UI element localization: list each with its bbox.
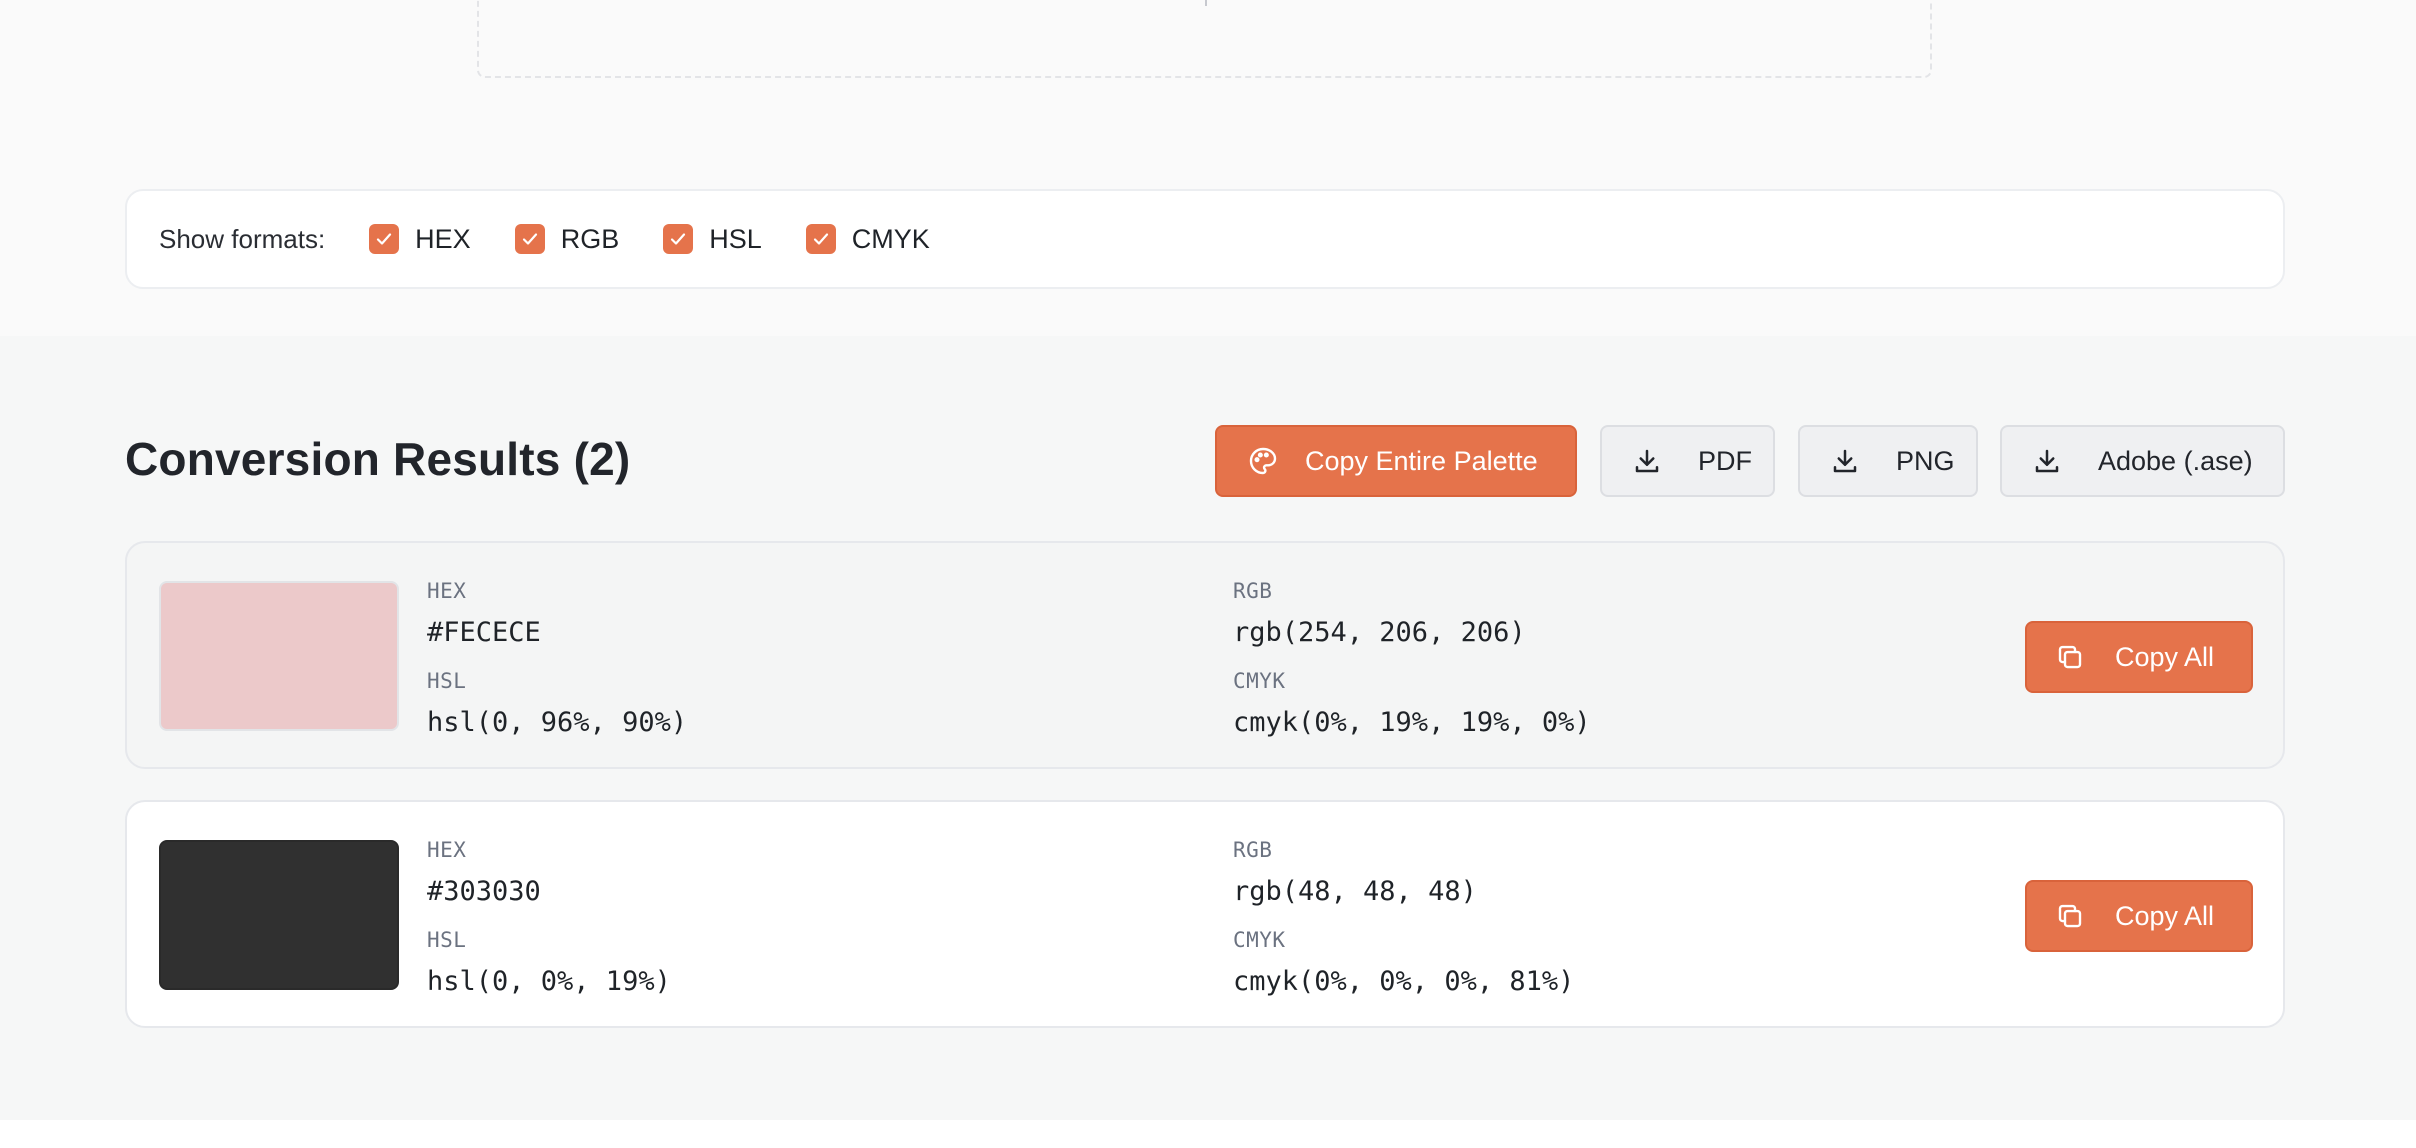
format-option-label: CMYK [851, 223, 930, 254]
rgb-value[interactable]: rgb(254, 206, 206) [1233, 617, 1526, 648]
rgb-label: RGB [1233, 838, 1273, 862]
check-icon [671, 233, 686, 245]
color-swatch [159, 581, 399, 731]
rgb-block: RGB rgb(48, 48, 48) [1233, 838, 1477, 907]
format-option-rgb[interactable]: RGB [514, 223, 620, 255]
hsl-label: HSL [427, 669, 467, 693]
page-footer-gap [0, 1120, 2416, 1148]
hsl-value[interactable]: hsl(0, 0%, 19%) [427, 966, 671, 997]
cmyk-block: CMYK cmyk(0%, 0%, 0%, 81%) [1233, 928, 1574, 997]
hex-block: HEX #FECECE [427, 579, 541, 648]
hsl-value[interactable]: hsl(0, 96%, 90%) [427, 707, 687, 738]
hsl-label: HSL [427, 928, 467, 952]
upload-section: Show formats: HEX RGB HSL CMYK [0, 0, 2416, 336]
cmyk-label: CMYK [1233, 669, 1286, 693]
export-ase-label: Adobe (.ase) [2098, 445, 2253, 476]
export-ase-button[interactable]: Adobe (.ase) [2000, 425, 2285, 497]
cmyk-value[interactable]: cmyk(0%, 0%, 0%, 81%) [1233, 966, 1574, 997]
download-icon [2032, 446, 2062, 476]
export-png-label: PNG [1896, 445, 1955, 476]
dropzone[interactable] [477, 0, 1932, 78]
copy-all-label: Copy All [2115, 900, 2215, 931]
hex-label: HEX [427, 579, 467, 603]
export-pdf-button[interactable]: PDF [1600, 425, 1775, 497]
hex-value[interactable]: #303030 [427, 876, 541, 907]
rgb-block: RGB rgb(254, 206, 206) [1233, 579, 1526, 648]
cmyk-block: CMYK cmyk(0%, 19%, 19%, 0%) [1233, 669, 1591, 738]
copy-all-button[interactable]: Copy All [2025, 621, 2253, 693]
check-icon [813, 233, 828, 245]
results-title: Conversion Results (2) [125, 433, 631, 485]
download-icon [1632, 446, 1662, 476]
export-pdf-label: PDF [1698, 445, 1752, 476]
copy-palette-button[interactable]: Copy Entire Palette [1215, 425, 1577, 497]
copy-all-button[interactable]: Copy All [2025, 880, 2253, 952]
check-icon [377, 233, 392, 245]
copy-all-label: Copy All [2115, 641, 2215, 672]
format-option-label: RGB [560, 223, 620, 254]
copy-icon [2055, 901, 2085, 931]
color-result-card: HEX #FECECE HSL hsl(0, 96%, 90%) RGB rgb… [125, 541, 2285, 769]
format-filter-label: Show formats: [159, 223, 326, 254]
format-option-label: HSL [709, 223, 762, 254]
copy-palette-label: Copy Entire Palette [1305, 445, 1538, 476]
color-result-card: HEX #303030 HSL hsl(0, 0%, 19%) RGB rgb(… [125, 800, 2285, 1028]
hex-checkbox[interactable] [369, 224, 400, 254]
format-option-cmyk[interactable]: CMYK [805, 223, 930, 255]
dropzone-marker [1205, 0, 1207, 6]
hex-block: HEX #303030 [427, 838, 541, 907]
cmyk-value[interactable]: cmyk(0%, 19%, 19%, 0%) [1233, 707, 1591, 738]
format-filter-bar: Show formats: HEX RGB HSL CMYK [125, 189, 2285, 289]
cmyk-checkbox[interactable] [805, 224, 836, 254]
hex-value[interactable]: #FECECE [427, 617, 541, 648]
rgb-value[interactable]: rgb(48, 48, 48) [1233, 876, 1477, 907]
color-swatch [159, 840, 399, 990]
rgb-checkbox[interactable] [514, 224, 545, 254]
format-option-label: HEX [415, 223, 471, 254]
download-icon [1830, 446, 1860, 476]
export-png-button[interactable]: PNG [1798, 425, 1978, 497]
copy-icon [2055, 642, 2085, 672]
palette-icon [1247, 445, 1279, 477]
format-option-hsl[interactable]: HSL [663, 224, 762, 255]
format-option-hex[interactable]: HEX [369, 224, 471, 255]
hsl-block: HSL hsl(0, 96%, 90%) [427, 669, 687, 738]
cmyk-label: CMYK [1233, 928, 1286, 952]
check-icon [522, 233, 537, 245]
hex-label: HEX [427, 838, 467, 862]
hsl-checkbox[interactable] [663, 224, 694, 254]
rgb-label: RGB [1233, 579, 1273, 603]
hsl-block: HSL hsl(0, 0%, 19%) [427, 928, 671, 997]
